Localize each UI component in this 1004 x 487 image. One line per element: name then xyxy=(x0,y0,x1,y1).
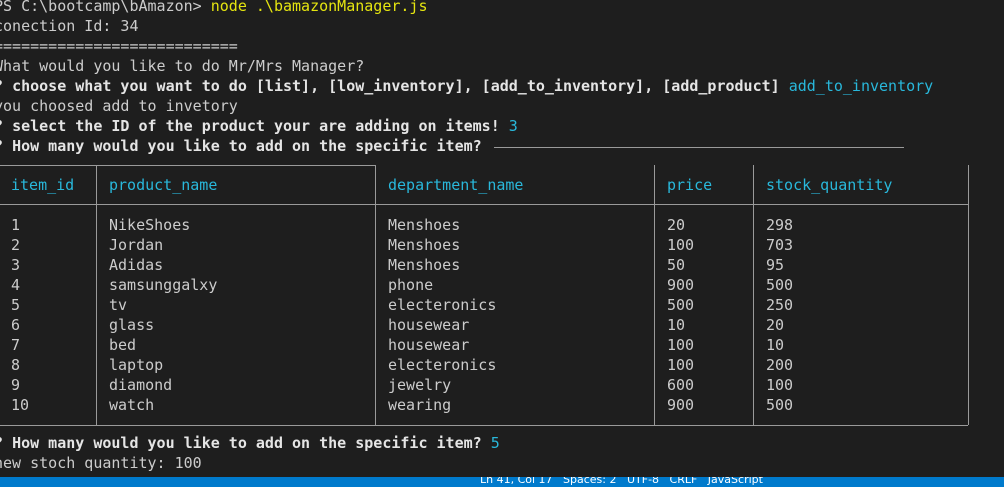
column-header: department_name xyxy=(388,176,524,194)
table-cell: 500 xyxy=(667,296,695,314)
table-cell: electeronics xyxy=(388,356,497,374)
table-cell: 50 xyxy=(667,256,686,274)
table-cell: 10 xyxy=(766,336,785,354)
question-2-answer: 3 xyxy=(508,117,518,135)
table-cell: 500 xyxy=(766,396,794,414)
table-cell: tv xyxy=(109,296,128,314)
table-cell: 2 xyxy=(11,236,21,254)
table-cell: Menshoes xyxy=(388,256,461,274)
table-cell: Adidas xyxy=(109,256,164,274)
table-header-border xyxy=(0,204,968,205)
table-cell: Jordan xyxy=(109,236,164,254)
connection-line: conection Id: 34 xyxy=(0,17,139,35)
table-cell: 8 xyxy=(11,356,21,374)
question-marker: ? xyxy=(0,117,3,135)
table-cell: 10 xyxy=(667,316,686,334)
table-cell: diamond xyxy=(109,376,173,394)
separator-line: =========================== xyxy=(0,37,238,55)
table-cell: housewear xyxy=(388,316,470,334)
table-cell: jewelry xyxy=(388,376,452,394)
table-cell: electeronics xyxy=(388,296,497,314)
table-cell: samsunggalxy xyxy=(109,276,218,294)
question-marker: ? xyxy=(0,77,3,95)
column-header: stock_quantity xyxy=(766,176,893,194)
table-cell: 900 xyxy=(667,396,695,414)
question-4-answer: 5 xyxy=(490,434,500,452)
table-cell: 500 xyxy=(766,276,794,294)
question-1-text: choose what you want to do [list], [low_… xyxy=(12,77,780,95)
table-cell: 6 xyxy=(11,316,21,334)
question-3-text: How many would you like to add on the sp… xyxy=(12,137,482,155)
table-cell: 298 xyxy=(766,216,794,234)
column-header: product_name xyxy=(109,176,218,194)
table-cell: 95 xyxy=(766,256,785,274)
table-top-border-left xyxy=(0,165,375,166)
table-cell: housewear xyxy=(388,336,470,354)
table-cell: 600 xyxy=(667,376,695,394)
chosen-line: you choosed add to invetory xyxy=(0,97,238,115)
table-cell: 20 xyxy=(667,216,686,234)
prompt-path: PS C:\bootcamp\bAmazon> xyxy=(0,0,202,15)
question-marker: ? xyxy=(0,137,3,155)
table-bottom-border xyxy=(0,425,968,426)
table-cell: 100 xyxy=(667,236,695,254)
table-cell: 900 xyxy=(667,276,695,294)
table-divider xyxy=(96,165,97,425)
table-cell: 5 xyxy=(11,296,21,314)
column-header: item_id xyxy=(11,176,75,194)
question-2-text: select the ID of the product your are ad… xyxy=(12,117,500,135)
question-4-line: ? How many would you like to add on the … xyxy=(0,433,500,453)
table-cell: NikeShoes xyxy=(109,216,191,234)
result-line: new stoch quantity: 100 xyxy=(0,454,202,472)
question-1-line: ? choose what you want to do [list], [lo… xyxy=(0,76,933,96)
table-cell: wearing xyxy=(388,396,452,414)
table-cell: 3 xyxy=(11,256,21,274)
table-cell: phone xyxy=(388,276,434,294)
table-divider xyxy=(753,165,754,425)
command-text: node .\bamazonManager.js xyxy=(210,0,428,15)
table-cell: bed xyxy=(109,336,137,354)
question-4-text: How many would you like to add on the sp… xyxy=(12,434,482,452)
table-cell: 100 xyxy=(667,356,695,374)
table-cell: glass xyxy=(109,316,155,334)
table-cell: 7 xyxy=(11,336,21,354)
greeting-line: What would you like to do Mr/Mrs Manager… xyxy=(0,57,365,75)
table-cell: 4 xyxy=(11,276,21,294)
table-cell: laptop xyxy=(109,356,164,374)
question-marker: ? xyxy=(0,434,3,452)
table-cell: watch xyxy=(109,396,155,414)
question-1-answer: add_to_inventory xyxy=(788,77,934,95)
table-cell: 10 xyxy=(11,396,30,414)
table-cell: 100 xyxy=(667,336,695,354)
table-divider xyxy=(375,165,376,425)
terminal-panel[interactable]: PS C:\bootcamp\bAmazon> node .\bamazonMa… xyxy=(0,0,1004,477)
table-divider xyxy=(654,165,655,425)
table-cell: 20 xyxy=(766,316,785,334)
table-cell: Menshoes xyxy=(388,216,461,234)
question-3-line: ? How many would you like to add on the … xyxy=(0,136,482,156)
table-cell: 250 xyxy=(766,296,794,314)
table-cell: 9 xyxy=(11,376,21,394)
table-cell: 100 xyxy=(766,376,794,394)
table-top-border xyxy=(494,147,904,148)
table-divider xyxy=(968,165,969,425)
column-header: price xyxy=(667,176,713,194)
status-bar: Ln 41, Col 17 Spaces: 2 UTF-8 CRLF JavaS… xyxy=(0,477,1004,487)
status-bar-text: Ln 41, Col 17 Spaces: 2 UTF-8 CRLF JavaS… xyxy=(480,477,763,486)
table-cell: 200 xyxy=(766,356,794,374)
question-2-line: ? select the ID of the product your are … xyxy=(0,116,518,136)
table-cell: 703 xyxy=(766,236,794,254)
command-line: PS C:\bootcamp\bAmazon> node .\bamazonMa… xyxy=(0,0,428,16)
table-cell: Menshoes xyxy=(388,236,461,254)
table-cell: 1 xyxy=(11,216,21,234)
